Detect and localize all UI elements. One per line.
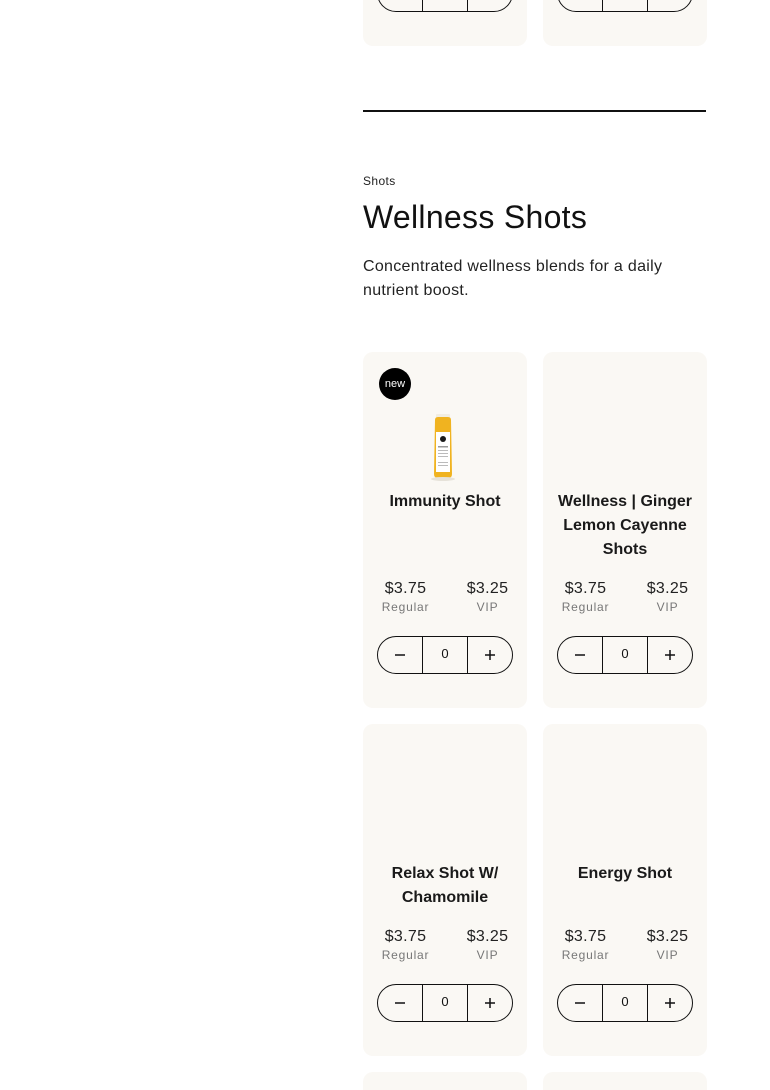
decrement-button[interactable]	[378, 637, 422, 673]
quantity-stepper: 0	[557, 636, 693, 674]
quantity-stepper: 0	[557, 984, 693, 1022]
product-card[interactable]: Relax Shot W/ Chamomile $3.75 Regular $3…	[363, 724, 527, 1056]
quantity-stepper	[377, 0, 513, 12]
vip-price-value: $3.25	[646, 928, 689, 945]
quantity-value[interactable]	[602, 0, 647, 11]
quantity-value[interactable]	[422, 0, 467, 11]
minus-icon	[395, 654, 405, 656]
section-description: Concentrated wellness blends for a daily…	[363, 258, 663, 299]
product-card[interactable]: Wellness | Ginger Lemon Cayenne Shots $3…	[543, 352, 707, 708]
plus-icon	[485, 998, 495, 1008]
new-badge: new	[379, 368, 411, 400]
regular-price: $3.75 Regular	[382, 928, 430, 962]
regular-price-label: Regular	[561, 948, 610, 962]
vip-price: $3.25 VIP	[647, 928, 689, 962]
vip-price-label: VIP	[656, 600, 679, 614]
regular-price-value: $3.75	[564, 580, 607, 597]
quantity-value[interactable]: 0	[602, 985, 647, 1021]
page: Shots Wellness Shots Concentrated wellne…	[0, 0, 770, 1090]
quantity-stepper: 0	[377, 984, 513, 1022]
price-row: $3.75 Regular $3.25 VIP	[363, 928, 527, 962]
price-row: $3.75 Regular $3.25 VIP	[543, 580, 707, 614]
regular-price: $3.75 Regular	[562, 580, 610, 614]
regular-price-label: Regular	[561, 600, 610, 614]
quantity-stepper	[557, 0, 693, 12]
vip-price-label: VIP	[656, 948, 679, 962]
previous-product-card	[363, 0, 527, 46]
plus-icon	[665, 650, 675, 660]
regular-price: $3.75 Regular	[382, 580, 430, 614]
product-name[interactable]: Immunity Shot	[371, 490, 519, 514]
quantity-value[interactable]: 0	[422, 985, 467, 1021]
section-divider	[363, 110, 706, 112]
price-row: $3.75 Regular $3.25 VIP	[363, 580, 527, 614]
next-product-card[interactable]	[543, 1072, 707, 1090]
minus-icon	[395, 1002, 405, 1004]
regular-price: $3.75 Regular	[562, 928, 610, 962]
minus-icon	[575, 654, 585, 656]
vip-price: $3.25 VIP	[467, 580, 509, 614]
vip-price-label: VIP	[476, 948, 499, 962]
product-name[interactable]: Relax Shot W/ Chamomile	[371, 862, 519, 910]
vip-price-value: $3.25	[466, 928, 509, 945]
increment-button[interactable]	[467, 985, 512, 1021]
vip-price-value: $3.25	[646, 580, 689, 597]
decrement-button[interactable]	[558, 0, 602, 11]
decrement-button[interactable]	[558, 985, 602, 1021]
increment-button[interactable]	[467, 637, 512, 673]
vip-price: $3.25 VIP	[647, 580, 689, 614]
minus-icon	[575, 1002, 585, 1004]
section-title: Wellness Shots	[363, 199, 588, 235]
regular-price-value: $3.75	[564, 928, 607, 945]
price-row: $3.75 Regular $3.25 VIP	[543, 928, 707, 962]
increment-button[interactable]	[647, 637, 692, 673]
product-card[interactable]: new Immunity Shot $3.75 Regular $3.25 VI…	[363, 352, 527, 708]
quantity-value[interactable]: 0	[422, 637, 467, 673]
quantity-value[interactable]: 0	[602, 637, 647, 673]
plus-icon	[665, 998, 675, 1008]
vip-price-value: $3.25	[466, 580, 509, 597]
regular-price-value: $3.75	[384, 580, 427, 597]
increment-button[interactable]	[647, 0, 692, 11]
product-card[interactable]: Energy Shot $3.75 Regular $3.25 VIP 0	[543, 724, 707, 1056]
decrement-button[interactable]	[558, 637, 602, 673]
vip-price: $3.25 VIP	[467, 928, 509, 962]
increment-button[interactable]	[467, 0, 512, 11]
product-name[interactable]: Wellness | Ginger Lemon Cayenne Shots	[551, 490, 699, 562]
decrement-button[interactable]	[378, 0, 422, 11]
quantity-stepper: 0	[377, 636, 513, 674]
plus-icon	[485, 650, 495, 660]
regular-price-label: Regular	[381, 600, 430, 614]
decrement-button[interactable]	[378, 985, 422, 1021]
section-eyebrow: Shots	[363, 174, 396, 188]
juice-bottle-image	[431, 414, 455, 481]
previous-product-card	[543, 0, 707, 46]
increment-button[interactable]	[647, 985, 692, 1021]
vip-price-label: VIP	[476, 600, 499, 614]
product-name[interactable]: Energy Shot	[551, 862, 699, 886]
next-product-card[interactable]	[363, 1072, 527, 1090]
regular-price-value: $3.75	[384, 928, 427, 945]
regular-price-label: Regular	[381, 948, 430, 962]
